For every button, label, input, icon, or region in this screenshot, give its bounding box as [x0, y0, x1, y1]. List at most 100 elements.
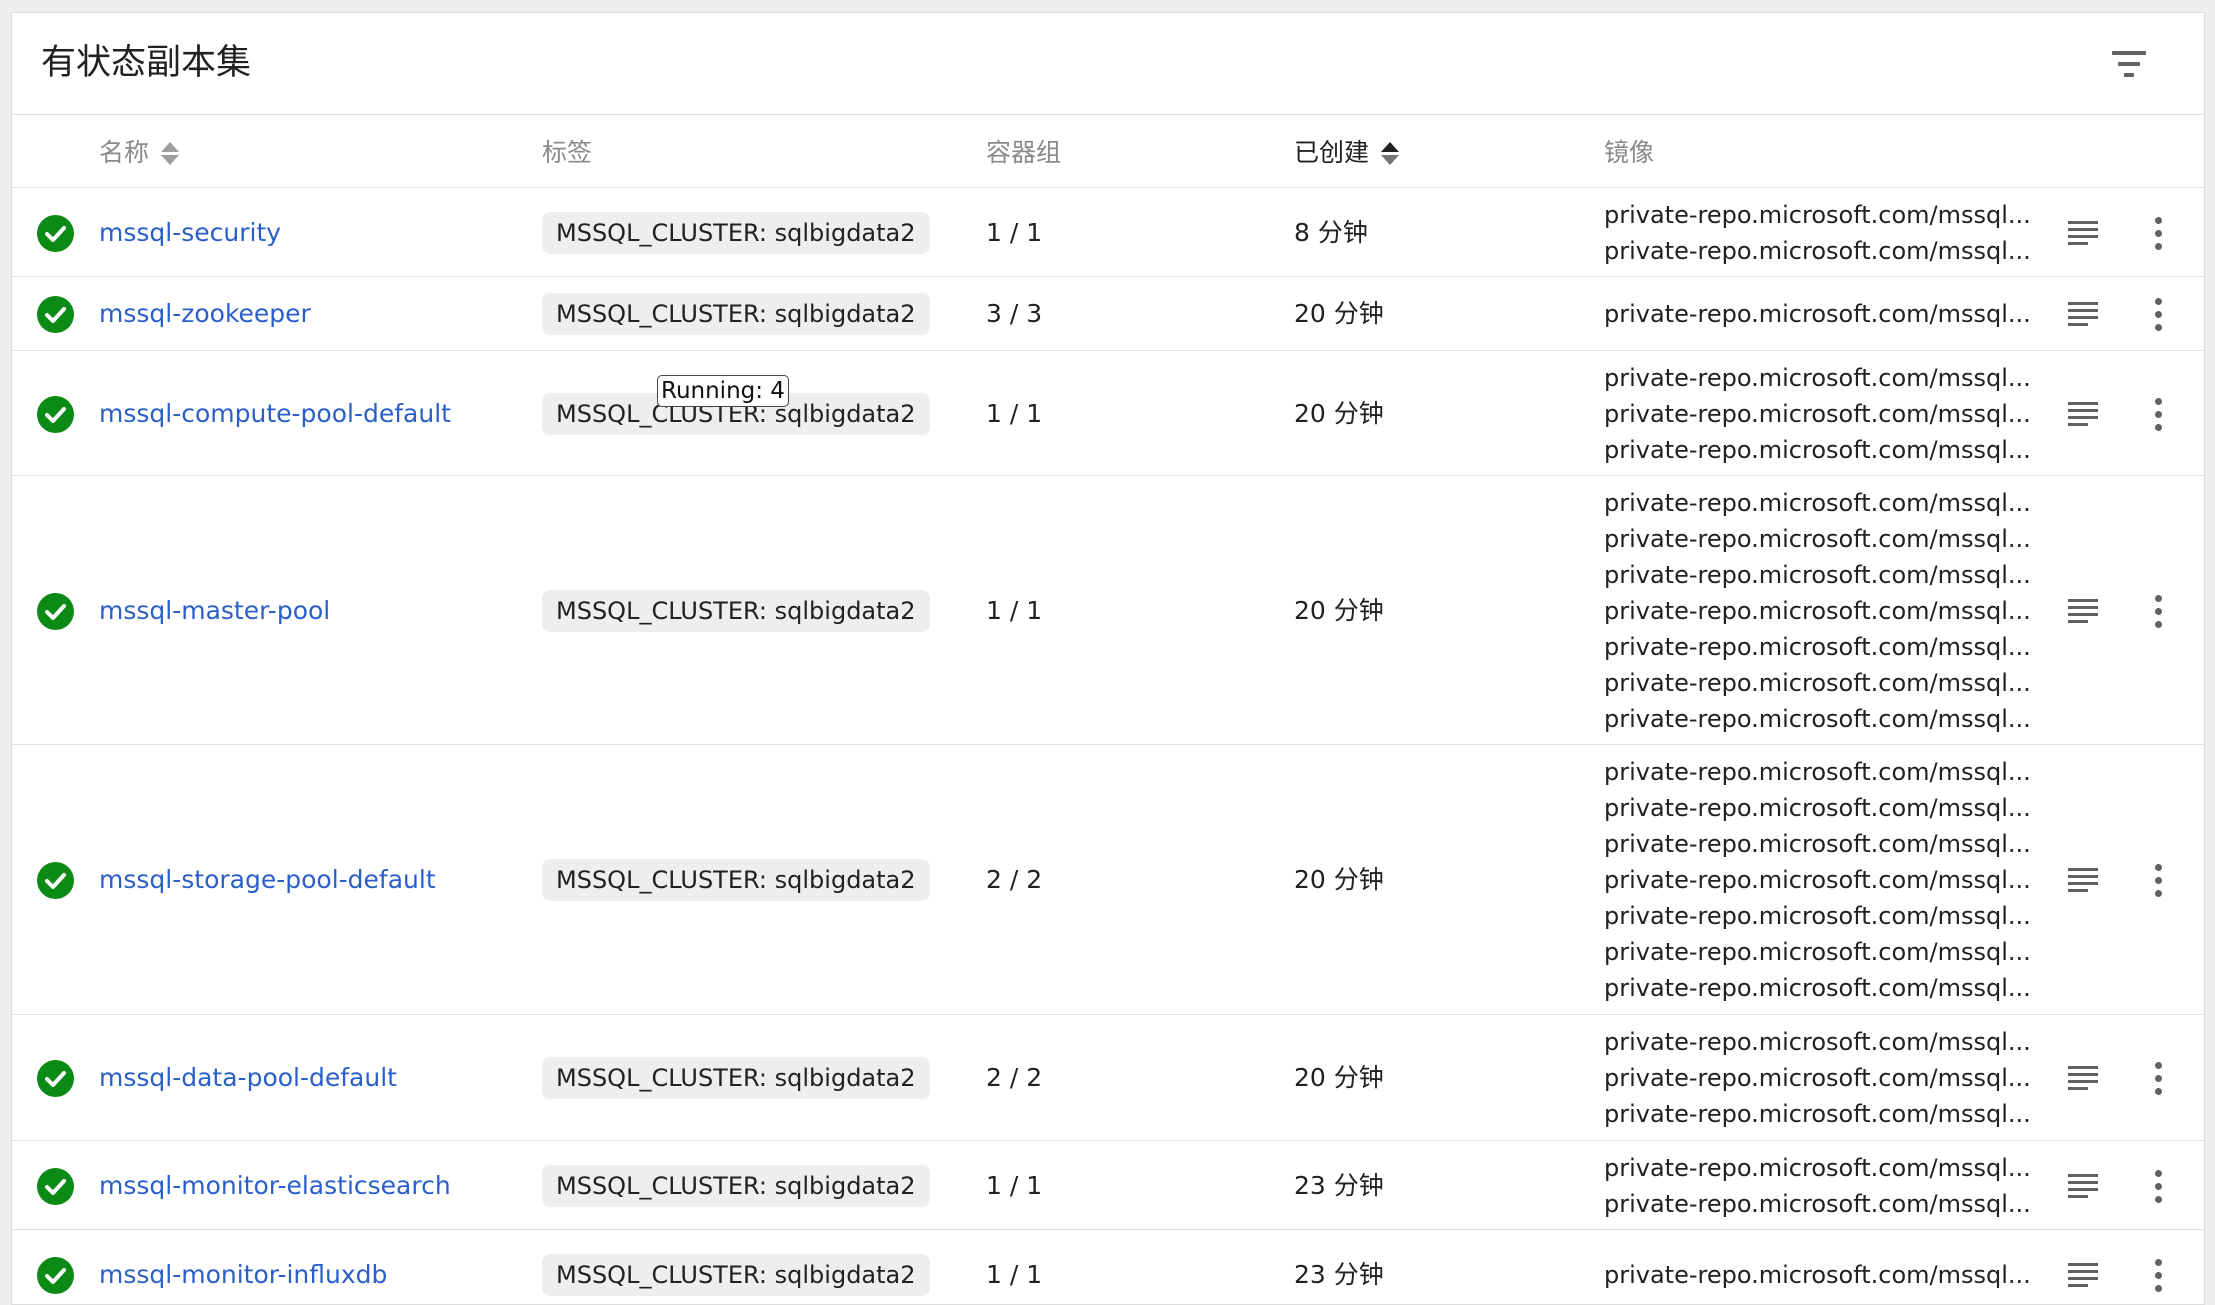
pods-tooltip: Running: 4 — [657, 375, 789, 407]
check-circle-icon — [37, 1060, 74, 1097]
more-vert-icon[interactable] — [2153, 298, 2163, 332]
image-name: private-repo.microsoft.com/mssql... — [1604, 200, 2031, 229]
image-name: private-repo.microsoft.com/mssql... — [1604, 1153, 2031, 1182]
pods-count: 1 / 1 — [986, 398, 1043, 428]
column-header-created[interactable]: 已创建 — [1294, 138, 1400, 168]
more-vert-icon[interactable] — [2153, 397, 2163, 432]
statefulset-name-link[interactable]: mssql-storage-pool-default — [99, 865, 436, 895]
image-name: private-repo.microsoft.com/mssql... — [1604, 236, 2031, 265]
images-list: private-repo.microsoft.com/mssql... priva… — [1604, 485, 2031, 737]
page-title: 有状态副本集 — [41, 43, 252, 83]
created-age: 8 分钟 — [1294, 217, 1368, 247]
logs-icon[interactable] — [2068, 1173, 2098, 1200]
table-row: mssql-compute-pool-default MSSQL_CLUSTER:… — [12, 351, 2204, 476]
statefulset-name-link[interactable]: mssql-monitor-influxdb — [99, 1260, 387, 1290]
more-vert-icon[interactable] — [2153, 1169, 2163, 1204]
check-circle-icon — [37, 1257, 74, 1294]
label-chip: MSSQL_CLUSTER: sqlbigdata2 — [542, 211, 930, 254]
created-age: 20 分钟 — [1294, 299, 1384, 328]
check-circle-icon — [37, 395, 74, 433]
created-age: 23 分钟 — [1294, 1260, 1384, 1289]
label-chip: MSSQL_CLUSTER: sqlbigdata2 — [542, 859, 930, 901]
image-name: private-repo.microsoft.com/mssql... — [1604, 704, 2031, 733]
logs-icon[interactable] — [2068, 1066, 2098, 1092]
logs-icon[interactable] — [2068, 401, 2098, 428]
images-list: private-repo.microsoft.com/mssql... priva… — [1604, 1150, 2031, 1222]
image-name: private-repo.microsoft.com/mssql... — [1604, 668, 2031, 697]
check-circle-icon — [37, 296, 74, 333]
column-header-pods-label: 容器组 — [986, 138, 1062, 167]
column-header-name-label: 名称 — [99, 138, 150, 167]
table-row: mssql-zookeeper MSSQL_CLUSTER: sqlbigdata… — [12, 277, 2204, 351]
pods-count: 1 / 1 — [986, 595, 1043, 625]
column-header-labels-label: 标签 — [542, 138, 593, 167]
image-name: private-repo.microsoft.com/mssql... — [1604, 1100, 2031, 1128]
column-header-images-label: 镜像 — [1604, 138, 1655, 167]
statefulset-name-link[interactable]: mssql-compute-pool-default — [99, 399, 451, 429]
column-header-labels: 标签 — [542, 138, 592, 168]
image-name: private-repo.microsoft.com/mssql... — [1604, 938, 2031, 966]
more-vert-icon[interactable] — [2153, 216, 2163, 251]
logs-icon[interactable] — [2068, 598, 2098, 625]
label-chip: MSSQL_CLUSTER: sqlbigdata2 — [542, 1254, 930, 1296]
image-name: private-repo.microsoft.com/mssql... — [1604, 866, 2031, 894]
image-name: private-repo.microsoft.com/mssql... — [1604, 363, 2031, 392]
images-list: private-repo.microsoft.com/mssql... priva… — [1604, 197, 2031, 269]
more-vert-icon[interactable] — [2153, 1259, 2163, 1293]
image-name: private-repo.microsoft.com/mssql... — [1604, 1189, 2031, 1218]
card-header: 有状态副本集 — [12, 13, 2204, 115]
check-circle-icon — [37, 1167, 74, 1205]
table-header: 名称 标签 容器组 已创建 镜像 — [12, 115, 2204, 188]
logs-icon[interactable] — [2068, 1263, 2098, 1289]
created-age: 20 分钟 — [1294, 595, 1384, 625]
logs-icon[interactable] — [2068, 302, 2098, 328]
check-circle-icon — [37, 592, 74, 630]
column-header-images: 镜像 — [1604, 138, 1654, 168]
image-name: private-repo.microsoft.com/mssql... — [1604, 300, 2031, 328]
statefulset-name-link[interactable]: mssql-data-pool-default — [99, 1063, 397, 1093]
label-chip: MSSQL_CLUSTER: sqlbigdata2 — [542, 293, 930, 335]
column-header-name[interactable]: 名称 — [99, 138, 180, 168]
image-name: private-repo.microsoft.com/mssql... — [1604, 830, 2031, 858]
more-vert-icon[interactable] — [2153, 864, 2163, 898]
pods-count: 1 / 1 — [986, 1260, 1043, 1289]
more-vert-icon[interactable] — [2153, 1062, 2163, 1096]
statefulset-name-link[interactable]: mssql-monitor-elasticsearch — [99, 1171, 451, 1201]
image-name: private-repo.microsoft.com/mssql... — [1604, 1028, 2031, 1056]
column-header-pods: 容器组 — [986, 138, 1061, 168]
statefulset-name-link[interactable]: mssql-zookeeper — [99, 299, 311, 329]
filter-icon[interactable] — [2112, 48, 2156, 84]
statefulset-name-link[interactable]: mssql-master-pool — [99, 596, 330, 626]
image-name: private-repo.microsoft.com/mssql... — [1604, 596, 2031, 625]
images-list: private-repo.microsoft.com/mssql... priva… — [1604, 360, 2031, 468]
image-name: private-repo.microsoft.com/mssql... — [1604, 524, 2031, 553]
sort-icon[interactable] — [161, 138, 180, 168]
created-age: 23 分钟 — [1294, 1170, 1384, 1200]
more-vert-icon[interactable] — [2153, 594, 2163, 629]
table-row: mssql-data-pool-default MSSQL_CLUSTER: sq… — [12, 1015, 2204, 1141]
pods-count: 3 / 3 — [986, 299, 1043, 328]
image-name: private-repo.microsoft.com/mssql... — [1604, 488, 2031, 517]
table-row: mssql-security MSSQL_CLUSTER: sqlbigdata2… — [12, 188, 2204, 277]
table-row: mssql-storage-pool-default MSSQL_CLUSTER:… — [12, 745, 2204, 1015]
image-name: private-repo.microsoft.com/mssql... — [1604, 1261, 2031, 1289]
sort-icon[interactable] — [1381, 138, 1400, 168]
image-name: private-repo.microsoft.com/mssql... — [1604, 902, 2031, 930]
logs-icon[interactable] — [2068, 220, 2098, 247]
check-circle-icon — [37, 862, 74, 899]
created-age: 20 分钟 — [1294, 1063, 1384, 1092]
image-name: private-repo.microsoft.com/mssql... — [1604, 1064, 2031, 1092]
pods-count: 1 / 1 — [986, 1170, 1043, 1200]
images-list: private-repo.microsoft.com/mssql... priva… — [1604, 1024, 2031, 1132]
image-name: private-repo.microsoft.com/mssql... — [1604, 758, 2031, 786]
image-name: private-repo.microsoft.com/mssql... — [1604, 794, 2031, 822]
check-circle-icon — [37, 214, 74, 252]
statefulset-name-link[interactable]: mssql-security — [99, 218, 281, 248]
created-age: 20 分钟 — [1294, 398, 1384, 428]
image-name: private-repo.microsoft.com/mssql... — [1604, 974, 2031, 1002]
column-header-created-label: 已创建 — [1294, 138, 1370, 167]
label-chip: MSSQL_CLUSTER: sqlbigdata2 — [542, 1164, 930, 1207]
image-name: private-repo.microsoft.com/mssql... — [1604, 560, 2031, 589]
table-row: mssql-master-pool MSSQL_CLUSTER: sqlbigda… — [12, 476, 2204, 745]
logs-icon[interactable] — [2068, 868, 2098, 894]
